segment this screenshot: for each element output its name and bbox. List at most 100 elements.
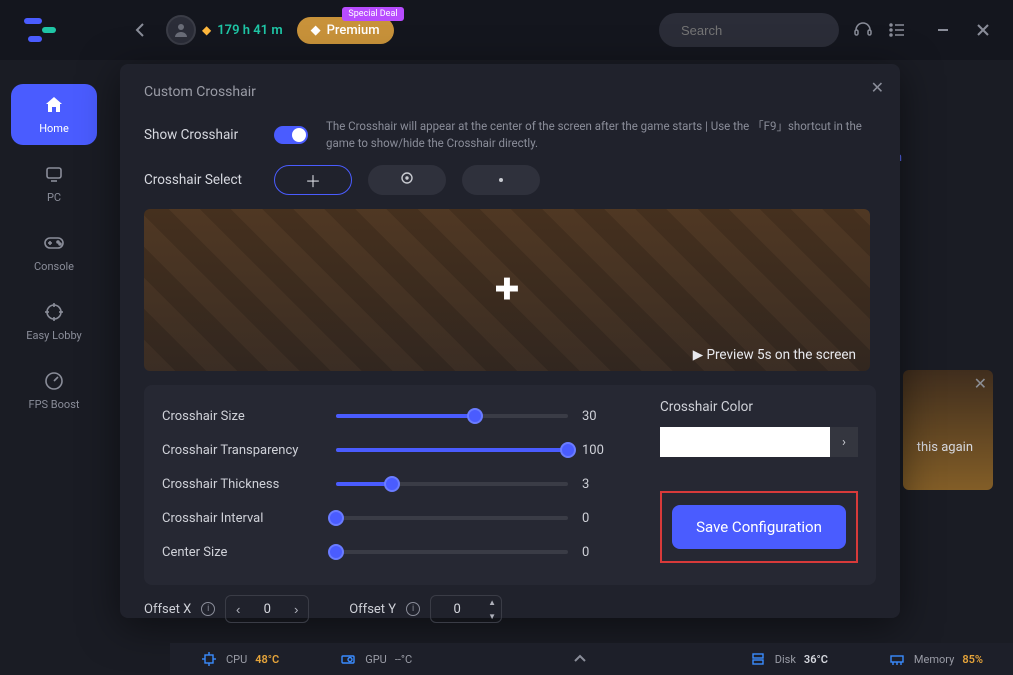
sidebar-item-home[interactable]: Home (11, 84, 97, 145)
time-credit: 179 h 41 m (217, 23, 282, 38)
slider-value: 0 (582, 545, 612, 560)
modal-close-button[interactable]: ✕ (871, 78, 884, 97)
save-highlight-box: Save Configuration (660, 491, 858, 563)
stepper-down[interactable]: ▼ (483, 609, 501, 623)
stat-cpu[interactable]: CPU 48°C (200, 650, 279, 668)
slider-label: Crosshair Interval (162, 511, 322, 526)
show-crosshair-toggle[interactable] (274, 126, 308, 144)
list-icon[interactable] (887, 20, 907, 40)
diamond-icon: ◆ (202, 23, 211, 37)
crosshair-icon (43, 301, 65, 323)
slider-label: Crosshair Transparency (162, 443, 322, 458)
bg-card-caption: this again (917, 440, 973, 455)
sidebar-item-console[interactable]: Console (11, 222, 97, 283)
show-crosshair-label: Show Crosshair (144, 127, 256, 143)
stepper-up[interactable]: ▲ (483, 595, 501, 609)
close-window-button[interactable] (973, 20, 993, 40)
stat-value: --°C (395, 653, 412, 666)
save-configuration-button[interactable]: Save Configuration (672, 505, 846, 549)
search-input[interactable] (681, 23, 857, 38)
stat-label: Memory (914, 653, 954, 666)
chevron-right-icon: › (842, 435, 846, 450)
stat-memory[interactable]: Memory 85% (888, 650, 983, 668)
slider-row: Crosshair Size 30 (162, 399, 630, 433)
color-swatch[interactable] (660, 427, 830, 457)
bg-card-image: ✕ (903, 370, 993, 490)
slider-1[interactable] (336, 448, 568, 452)
disk-icon (749, 650, 767, 668)
stat-disk[interactable]: Disk 36°C (749, 650, 828, 668)
sidebar-item-fps-boost[interactable]: FPS Boost (11, 360, 97, 421)
sidebar: Home PC Console Easy Lobby FPS Boost (0, 60, 108, 675)
slider-row: Crosshair Interval 0 (162, 501, 630, 535)
memory-icon (888, 650, 906, 668)
slider-value: 3 (582, 477, 612, 492)
stat-value: 48°C (255, 653, 279, 666)
user-chip[interactable]: ◆ 179 h 41 m (166, 15, 283, 45)
expand-up-button[interactable] (573, 653, 587, 666)
stepper-increment[interactable]: › (284, 596, 308, 622)
offset-y-value: 0 (431, 602, 483, 617)
sidebar-item-easy-lobby[interactable]: Easy Lobby (11, 291, 97, 352)
slider-value: 30 (582, 409, 612, 424)
slider-value: 0 (582, 511, 612, 526)
status-bar: CPU 48°C GPU --°C Disk 36°C Memory 85% (170, 643, 1013, 675)
slider-2[interactable] (336, 482, 568, 486)
offset-x-label: Offset X (144, 602, 191, 617)
slider-value: 100 (582, 443, 612, 458)
stepper-decrement[interactable]: ‹ (226, 596, 250, 622)
show-crosshair-desc: The Crosshair will appear at the center … (326, 118, 876, 151)
circle-dot-icon (400, 171, 414, 189)
offset-x-stepper[interactable]: ‹ 0 › (225, 595, 309, 623)
plus-icon: ＋ (305, 168, 321, 192)
crosshair-mark-icon: ✚ (494, 273, 519, 308)
info-icon[interactable]: i (406, 602, 420, 616)
slider-3[interactable] (336, 516, 568, 520)
close-icon[interactable]: ✕ (974, 374, 987, 393)
search-bar[interactable] (659, 13, 839, 47)
premium-label: Premium (327, 23, 380, 38)
app-logo (20, 10, 60, 50)
crosshair-shape-plus[interactable]: ＋ (274, 165, 352, 195)
diamond-icon: ◆ (311, 23, 321, 38)
offset-x-value: 0 (250, 602, 284, 617)
gauge-icon (43, 370, 65, 392)
slider-4[interactable] (336, 550, 568, 554)
offset-y-stepper[interactable]: 0 ▲ ▼ (430, 595, 502, 623)
slider-label: Crosshair Size (162, 409, 322, 424)
info-icon[interactable]: i (201, 602, 215, 616)
cpu-icon (200, 650, 218, 668)
settings-panel: Crosshair Size30Crosshair Transparency10… (144, 385, 876, 585)
crosshair-select-label: Crosshair Select (144, 172, 256, 188)
slider-row: Crosshair Transparency 100 (162, 433, 630, 467)
stat-label: GPU (365, 653, 387, 666)
color-picker-button[interactable]: › (830, 427, 858, 457)
stat-value: 85% (962, 653, 983, 666)
premium-button[interactable]: ◆ Premium (297, 17, 394, 44)
support-icon[interactable] (853, 20, 873, 40)
stat-label: Disk (775, 653, 796, 666)
slider-group: Crosshair Size30Crosshair Transparency10… (162, 399, 630, 569)
sidebar-item-label: Easy Lobby (26, 329, 82, 342)
stat-value: 36°C (804, 653, 828, 666)
offset-y-label: Offset Y (349, 602, 396, 617)
sidebar-item-label: FPS Boost (29, 398, 80, 411)
stat-gpu[interactable]: GPU --°C (339, 650, 412, 668)
nav-back-button[interactable] (128, 18, 152, 42)
slider-label: Crosshair Thickness (162, 477, 322, 492)
modal-title: Custom Crosshair (144, 84, 876, 100)
slider-row: Crosshair Thickness 3 (162, 467, 630, 501)
crosshair-preview: ✚ ▶ Preview 5s on the screen (144, 209, 870, 371)
preview-caption[interactable]: ▶ Preview 5s on the screen (693, 347, 856, 363)
crosshair-shape-circle[interactable] (368, 165, 446, 195)
sidebar-item-label: Console (34, 260, 74, 273)
save-label: Save Configuration (696, 518, 822, 536)
chevron-up-icon (573, 653, 587, 663)
gamepad-icon (43, 232, 65, 254)
sidebar-item-pc[interactable]: PC (11, 153, 97, 214)
crosshair-shape-dot[interactable] (462, 165, 540, 195)
stat-label: CPU (226, 653, 247, 666)
slider-0[interactable] (336, 414, 568, 418)
minimize-button[interactable] (933, 20, 953, 40)
avatar (166, 15, 196, 45)
